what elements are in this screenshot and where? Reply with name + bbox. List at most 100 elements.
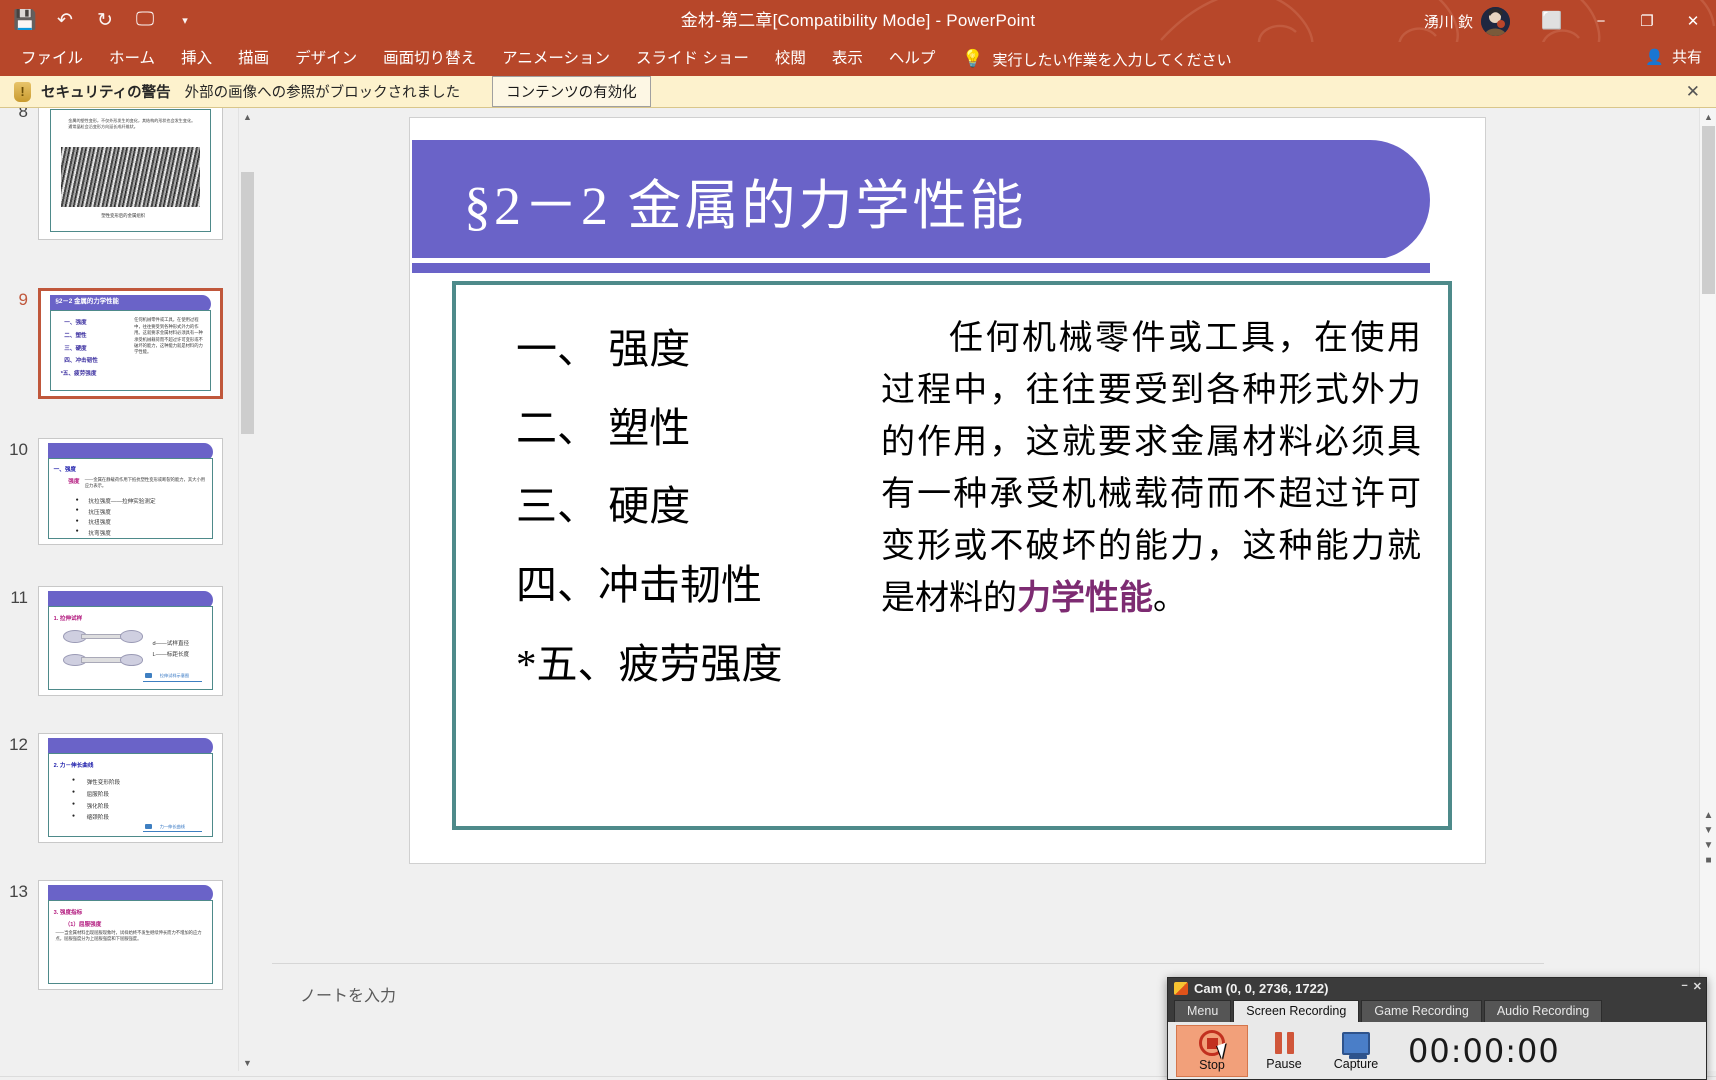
- avatar[interactable]: [1481, 7, 1510, 36]
- slide-thumbnail-9[interactable]: §2－2 金属的力学性能 一、强度 二、塑性 三、硬度 四、冲击韧性 *五、疲劳…: [38, 288, 223, 399]
- outline-item-3: 三、 硬度: [516, 467, 866, 546]
- scrollbar-thumb[interactable]: [1702, 126, 1715, 294]
- thumb-bullet: 缩颈阶段: [87, 813, 109, 821]
- current-slide[interactable]: §2－2 金属的力学性能 一、 强度 二、 塑性 三、 硬度 四、冲击韧性 *五…: [410, 118, 1485, 863]
- list-item[interactable]: 13 3. 强度指标 （1）屈服强度 ——当金属材料出现屈服现象时，试样始终不发…: [0, 880, 248, 990]
- slide-area-scrollbar[interactable]: ▲ ▲ ▼ ▼ ■: [1699, 108, 1716, 1071]
- thumbnail-pane-scrollbar[interactable]: ▲ ▼: [238, 108, 255, 1071]
- ribbon-display-options-icon[interactable]: ⬜: [1526, 0, 1578, 42]
- thumbnail-preview: 1. 拉伸试样 d——试样直径 L——标距长度 拉伸试样示意图: [39, 587, 222, 695]
- tab-screen-recording[interactable]: Screen Recording: [1233, 1000, 1359, 1022]
- slide-number: 10: [0, 438, 38, 545]
- tab-file[interactable]: ファイル: [8, 44, 96, 74]
- slide-editing-area[interactable]: §2－2 金属的力学性能 一、 强度 二、 塑性 三、 硬度 四、冲击韧性 *五…: [272, 108, 1544, 963]
- thumb-heading: 2. 力－伸长曲线: [54, 761, 94, 769]
- previous-slide-icon[interactable]: ▲: [1700, 808, 1716, 823]
- scroll-down-icon[interactable]: ▼: [239, 1054, 256, 1071]
- ribbon-tab-bar: ファイル ホーム 挿入 描画 デザイン 画面切り替え アニメーション スライド …: [0, 42, 1716, 76]
- scroll-up-icon[interactable]: ▲: [239, 108, 256, 125]
- list-item[interactable]: 10 一、强度 强度 ——金属在静载荷作用下抵抗塑性变形或断裂的能力，其大小用应…: [0, 438, 248, 545]
- tab-transitions[interactable]: 画面切り替え: [370, 44, 489, 74]
- tab-view[interactable]: 表示: [819, 44, 876, 74]
- thumb-heading: 1. 拉伸试样: [54, 614, 83, 622]
- thumb-bullet: 抗压强度: [88, 508, 110, 516]
- maximize-button[interactable]: ❐: [1624, 0, 1670, 42]
- warning-icon: !: [14, 82, 31, 102]
- list-item[interactable]: 11 1. 拉伸试样 d——试样直径 L——标距长度 拉伸试样示意图: [0, 586, 248, 696]
- thumb-label-d: d——试样直径: [152, 639, 189, 647]
- slide-thumbnail-12[interactable]: 2. 力－伸长曲线 ● 弹性变形阶段 ● 屈服阶段 ● 强化阶段 ● 缩颈阶段 …: [38, 733, 223, 843]
- scroll-up-icon[interactable]: ▲: [1700, 108, 1716, 125]
- slide-title-banner[interactable]: §2－2 金属的力学性能: [412, 140, 1430, 260]
- thumb-item: 四、冲击韧性: [64, 356, 98, 364]
- paragraph-highlight: 力学性能: [1017, 580, 1153, 617]
- minimize-button[interactable]: −: [1578, 0, 1624, 42]
- tab-slideshow[interactable]: スライド ショー: [623, 44, 762, 74]
- fit-slide-icon[interactable]: ■: [1700, 853, 1716, 868]
- recorder-tabs[interactable]: Menu Screen Recording Game Recording Aud…: [1168, 998, 1706, 1022]
- slide-thumbnail-11[interactable]: 1. 拉伸试样 d——试样直径 L——标距长度 拉伸试样示意图: [38, 586, 223, 696]
- slide-number: 13: [0, 880, 38, 990]
- list-item[interactable]: 9 §2－2 金属的力学性能 一、强度 二、塑性 三、硬度 四、冲击韧性 *五、…: [0, 288, 248, 399]
- tell-me-label: 実行したい作業を入力してください: [993, 49, 1232, 70]
- tab-audio-recording[interactable]: Audio Recording: [1484, 1000, 1602, 1022]
- close-button[interactable]: ✕: [1670, 0, 1716, 42]
- slide-thumbnail-10[interactable]: 一、强度 强度 ——金属在静载荷作用下抵抗塑性变形或断裂的能力，其大小用应力表示…: [38, 438, 223, 545]
- tab-review[interactable]: 校閲: [762, 44, 819, 74]
- tab-menu[interactable]: Menu: [1174, 1000, 1231, 1022]
- tell-me-search[interactable]: 💡 実行したい作業を入力してください: [962, 49, 1231, 70]
- recorder-close-button[interactable]: ✕: [1693, 980, 1702, 993]
- thumb-banner-title: §2－2 金属的力学性能: [55, 296, 119, 305]
- slide-thumbnail-pane[interactable]: 8 金属的塑性变形，不仅外形发生的变化，其结构的形状也会发生变化。通常晶粒会沿变…: [0, 108, 255, 1071]
- recorder-window-buttons[interactable]: − ✕: [1681, 980, 1702, 993]
- title-bar: 💾 ↶ ↻ 🖵 ▾ 金材-第二章[Compatibility Mode] - P…: [0, 0, 1716, 42]
- lightbulb-icon: 💡: [962, 49, 983, 69]
- slide-paragraph[interactable]: 任何机械零件或工具，在使用过程中，往往要受到各种形式外力的作用，这就要求金属材料…: [881, 313, 1421, 625]
- capture-label: Capture: [1334, 1057, 1378, 1071]
- list-item[interactable]: 8 金属的塑性变形，不仅外形发生的变化，其结构的形状也会发生变化。通常晶粒会沿变…: [0, 108, 248, 240]
- next-slide-icon[interactable]: ▼: [1700, 823, 1716, 838]
- thumb-lead-text: ——金属在静载荷作用下抵抗塑性变形或断裂的能力，其大小用应力表示。: [85, 477, 206, 490]
- thumb-link: 拉伸试样示意图: [160, 673, 189, 679]
- enable-content-button[interactable]: コンテンツの有効化: [492, 76, 651, 107]
- tab-insert[interactable]: 挿入: [168, 44, 225, 74]
- stop-recording-label: Stop: [1199, 1058, 1225, 1072]
- slide-nav-buttons[interactable]: ▲ ▼ ▼ ■: [1700, 808, 1716, 868]
- close-warning-icon[interactable]: ✕: [1686, 82, 1700, 102]
- share-button[interactable]: 👤 共有: [1645, 46, 1702, 67]
- pane-splitter[interactable]: [255, 108, 265, 1071]
- recorder-title-bar[interactable]: Cam (0, 0, 2736, 1722) − ✕: [1168, 978, 1706, 998]
- scroll-down-icon[interactable]: ▼: [1700, 838, 1716, 853]
- thumbnail-preview: 金属的塑性变形，不仅外形发生的变化，其结构的形状也会发生变化。通常晶粒会沿变形方…: [39, 108, 222, 239]
- slide-outline-list[interactable]: 一、 强度 二、 塑性 三、 硬度 四、冲击韧性 *五、疲劳强度: [516, 310, 866, 704]
- slide-content-frame: 一、 强度 二、 塑性 三、 硬度 四、冲击韧性 *五、疲劳强度 任何机械零件或…: [452, 281, 1452, 830]
- stop-recording-button[interactable]: Stop: [1176, 1025, 1248, 1077]
- scrollbar-thumb[interactable]: [241, 172, 254, 434]
- screen-recorder-window[interactable]: Cam (0, 0, 2736, 1722) − ✕ Menu Screen R…: [1167, 977, 1707, 1080]
- workspace: 8 金属的塑性变形，不仅外形发生的变化，其结构的形状也会发生变化。通常晶粒会沿变…: [0, 108, 1716, 1076]
- thumb-heading: 3. 强度指标: [54, 908, 83, 916]
- list-item[interactable]: 12 2. 力－伸长曲线 ● 弹性变形阶段 ● 屈服阶段 ● 强化阶段 ● 缩颈…: [0, 733, 248, 843]
- thumb-paragraph: 任何机械零件或工具，在使用过程中，往往要受到各种形式外力的作用。这就要求金属材料…: [134, 317, 206, 356]
- tab-help[interactable]: ヘルプ: [876, 44, 949, 74]
- security-warning-title: セキュリティの警告: [41, 81, 171, 102]
- thumb-lead-text: ——当金属材料出现屈服现象时，试样始终不发生继续伸长而力不增加的应力点，屈服强度…: [55, 930, 205, 943]
- thumb-heading: 一、强度: [54, 465, 76, 473]
- slide-number: 12: [0, 733, 38, 843]
- tab-home[interactable]: ホーム: [96, 44, 168, 74]
- tab-game-recording[interactable]: Game Recording: [1361, 1000, 1482, 1022]
- slide-number: 9: [0, 288, 38, 399]
- tab-design[interactable]: デザイン: [282, 44, 370, 74]
- capture-button[interactable]: Capture: [1320, 1025, 1392, 1077]
- slide-thumbnail-8[interactable]: 金属的塑性变形，不仅外形发生的变化，其结构的形状也会发生变化。通常晶粒会沿变形方…: [38, 108, 223, 240]
- pause-recording-button[interactable]: Pause: [1248, 1025, 1320, 1077]
- tab-animations[interactable]: アニメーション: [489, 44, 623, 74]
- thumb-lead-bold: 强度: [68, 477, 79, 485]
- slide-title: §2－2 金属的力学性能: [464, 161, 1027, 240]
- tab-draw[interactable]: 描画: [225, 44, 282, 74]
- recorder-controls: Stop Pause Capture 00:00:00: [1168, 1022, 1706, 1080]
- thumb-label-l: L——标距长度: [152, 650, 189, 658]
- thumb-bullet: 抗拉强度——拉伸实验测定: [88, 497, 155, 505]
- slide-thumbnail-13[interactable]: 3. 强度指标 （1）屈服强度 ——当金属材料出现屈服现象时，试样始终不发生继续…: [38, 880, 223, 990]
- recorder-minimize-button[interactable]: −: [1681, 980, 1687, 993]
